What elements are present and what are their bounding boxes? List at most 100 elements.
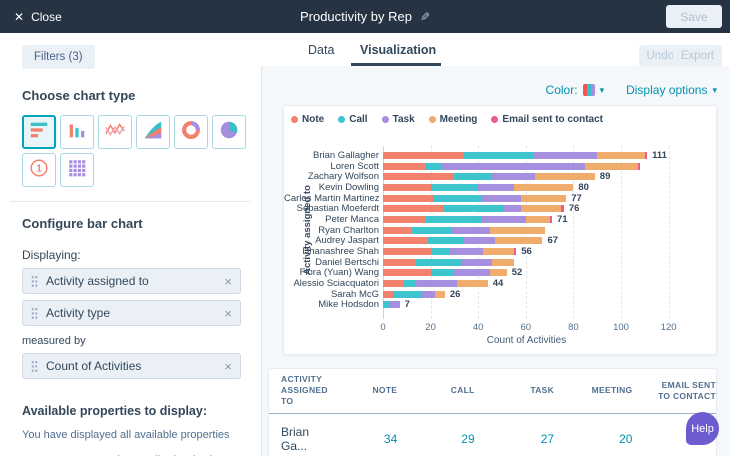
legend-dot-icon: [291, 116, 298, 123]
bar-segment-note: [383, 184, 431, 191]
bar-value-label: 77: [571, 193, 582, 204]
stacked-bar: [383, 216, 552, 223]
chart-type-line[interactable]: [98, 115, 132, 149]
table-cell-value[interactable]: 27: [475, 414, 554, 456]
table-row: Brian Ga...34292720: [269, 414, 716, 456]
rep-name: Flora (Yuan) Wang: [284, 267, 379, 278]
bar-segment-note: [383, 163, 426, 170]
drag-handle-icon[interactable]: [31, 307, 38, 320]
export-button[interactable]: Export: [673, 45, 722, 67]
stacked-bar: [383, 152, 647, 159]
legend-item[interactable]: Task: [382, 114, 415, 125]
bar-value-label: 111: [652, 150, 667, 161]
save-button[interactable]: Save: [666, 5, 722, 28]
legend-item[interactable]: Email sent to contact: [491, 114, 603, 125]
bar-row: Kevin Dowling80: [284, 182, 716, 193]
display-options-label: Display options: [626, 83, 707, 97]
bar-value-label: 44: [493, 278, 504, 289]
donut-icon: [180, 119, 202, 146]
bar-segment-task: [481, 195, 521, 202]
line-icon: [104, 119, 126, 146]
choose-chart-type-heading: Choose chart type: [22, 88, 241, 103]
bar-segment-task: [450, 248, 483, 255]
bar-row: Audrey Jaspart67: [284, 236, 716, 247]
stacked-bar: [383, 248, 516, 255]
bar-value-label: 76: [569, 203, 580, 214]
bar-segment-email-sent-to-contact: [638, 163, 640, 170]
bar-segment-email-sent-to-contact: [645, 152, 647, 159]
table-cell-value[interactable]: 20: [554, 414, 632, 456]
tab-visualization[interactable]: Visualization: [360, 33, 436, 66]
chart-type-pivot-table[interactable]: [60, 153, 94, 187]
chart-type-donut[interactable]: [174, 115, 208, 149]
pill-label: Activity type: [46, 306, 218, 320]
x-axis-label: Count of Activities: [383, 335, 670, 346]
display-options-dropdown[interactable]: Display options ▾: [626, 83, 717, 97]
bar-row: Peter Manca71: [284, 214, 716, 225]
horizontal-bar-icon: [28, 119, 50, 146]
table-cell-value[interactable]: 29: [397, 414, 474, 456]
stacked-bar: [383, 259, 514, 266]
pill-activity-assigned-to[interactable]: Activity assigned to×: [22, 268, 241, 294]
rep-name: Alessio Sciacquatori: [284, 278, 379, 289]
color-swatch-icon: [583, 84, 595, 96]
remove-icon[interactable]: ×: [218, 307, 232, 320]
legend-label: Email sent to contact: [502, 114, 603, 125]
available-properties-heading: Available properties to display:: [22, 404, 241, 418]
bar-segment-note: [383, 291, 393, 298]
stacked-bar: [383, 195, 566, 202]
chevron-down-icon: ▾: [712, 85, 717, 96]
filters-button[interactable]: Filters (3): [22, 45, 95, 69]
x-tick-label: 100: [613, 322, 629, 333]
bar-row: Sarah McG26: [284, 289, 716, 300]
drag-handle-icon[interactable]: [31, 275, 38, 288]
bar-segment-meeting: [483, 248, 514, 255]
bar-segment-task: [481, 216, 526, 223]
bar-segment-call: [412, 227, 452, 234]
bar-segment-call: [443, 205, 505, 212]
legend-dot-icon: [429, 116, 436, 123]
chart-type-horizontal-bar[interactable]: [22, 115, 56, 149]
bar-segment-meeting: [521, 195, 566, 202]
legend-item[interactable]: Note: [291, 114, 324, 125]
bar-segment-meeting: [585, 163, 637, 170]
bar-segment-email-sent-to-contact: [550, 216, 552, 223]
bar-segment-call: [426, 216, 481, 223]
bar-segment-note: [383, 269, 431, 276]
table-header-cell: TASK: [475, 369, 554, 414]
stacked-bar: [383, 269, 507, 276]
table-cell-value[interactable]: 34: [332, 414, 397, 456]
tab-data[interactable]: Data: [308, 33, 334, 66]
drag-handle-icon[interactable]: [31, 360, 38, 373]
bar-value-label: 26: [450, 289, 461, 300]
bar-rows: Brian Gallagher111Loren ScottZachary Wol…: [284, 150, 716, 310]
bar-segment-task: [478, 184, 514, 191]
chart-type-area[interactable]: [136, 115, 170, 149]
bar-segment-meeting: [495, 237, 543, 244]
pill-count-of-activities[interactable]: Count of Activities×: [22, 353, 241, 379]
remove-icon[interactable]: ×: [218, 360, 232, 373]
bar-segment-task: [504, 205, 521, 212]
bar-value-label: 80: [578, 182, 589, 193]
close-button[interactable]: ✕ Close: [14, 10, 62, 24]
legend-item[interactable]: Meeting: [429, 114, 478, 125]
remove-icon[interactable]: ×: [218, 275, 232, 288]
config-sidebar: Choose chart type 1 Configure bar chart …: [0, 66, 262, 456]
bar-segment-task: [454, 269, 490, 276]
rep-name: Daniel Bertschi: [284, 257, 379, 268]
rep-name: Peter Manca: [284, 214, 379, 225]
chart-type-vertical-bar[interactable]: [60, 115, 94, 149]
chart-card: Note Call Task Meeting Email sent to contact…: [283, 105, 717, 355]
chart-legend: Note Call Task Meeting Email sent to contact: [291, 114, 603, 125]
legend-item[interactable]: Call: [338, 114, 367, 125]
legend-label: Call: [349, 114, 367, 125]
edit-title-icon[interactable]: ✎: [420, 10, 430, 24]
help-button[interactable]: Help: [686, 412, 719, 445]
rep-name: Mike Hodsdon: [284, 299, 379, 310]
chart-type-pie[interactable]: [212, 115, 246, 149]
pill-activity-type[interactable]: Activity type×: [22, 300, 241, 326]
chart-type-number[interactable]: 1: [22, 153, 56, 187]
bar-segment-meeting: [457, 280, 488, 287]
color-dropdown[interactable]: Color: ▾: [546, 83, 605, 97]
bar-row: Loren Scott: [284, 161, 716, 172]
